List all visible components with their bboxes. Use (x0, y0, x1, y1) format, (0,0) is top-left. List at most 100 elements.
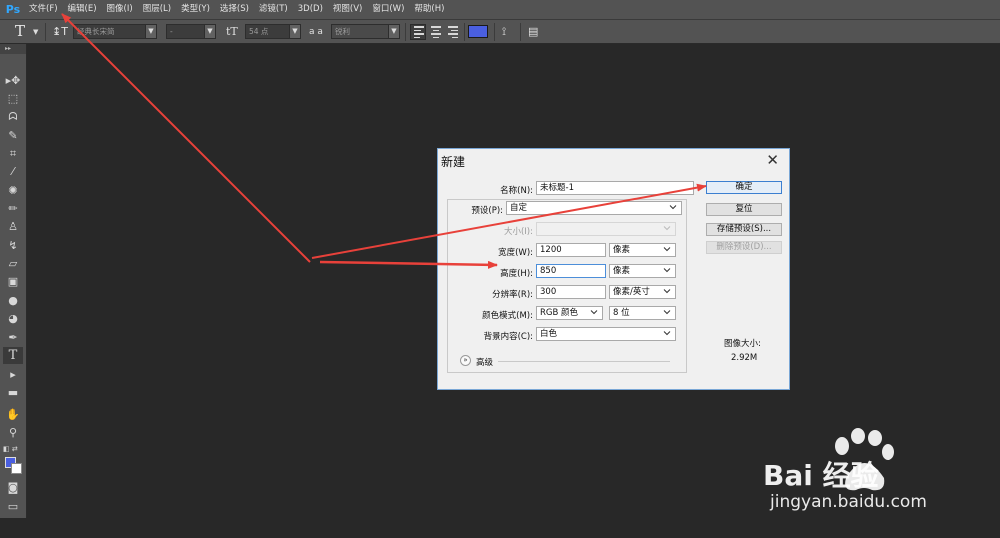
arrow-to-file-menu (61, 13, 311, 263)
character-panel-icon[interactable]: ▤ (528, 24, 538, 40)
path-select-tool-icon[interactable]: ▸ (3, 366, 23, 383)
clone-stamp-tool-icon[interactable]: ♙ (3, 218, 23, 235)
name-input[interactable]: 未标题-1 (536, 181, 694, 195)
height-label: 高度(H): (500, 269, 533, 279)
divider (494, 23, 495, 41)
width-input[interactable]: 1200 (536, 243, 606, 257)
align-right-icon[interactable] (445, 24, 461, 40)
advanced-divider (498, 361, 670, 362)
default-colors-icon[interactable]: ◧ ⇄ (3, 440, 23, 457)
eyedropper-tool-icon[interactable]: ⁄ (3, 163, 23, 180)
new-document-dialog: 新建 ✕ 名称(N): 未标题-1 预设(P): 自定 大小(I): 宽度(W)… (437, 148, 790, 390)
expand-advanced-icon[interactable]: » (460, 355, 471, 366)
menu-file[interactable]: 文件(F) (24, 0, 63, 19)
menu-select[interactable]: 选择(S) (215, 0, 254, 19)
delete-preset-button: 删除预设(D)... (706, 241, 782, 254)
menu-edit[interactable]: 编辑(E) (63, 0, 102, 19)
marquee-tool-icon[interactable]: ⬚ (3, 90, 23, 107)
bit-depth-select[interactable]: 8 位 (609, 306, 676, 320)
font-style-select[interactable]: - (166, 24, 205, 39)
preset-select[interactable]: 自定 (506, 201, 682, 215)
type-tool-icon[interactable]: T (3, 347, 23, 364)
font-size-dropdown-icon[interactable]: ▼ (289, 24, 301, 39)
warp-text-icon[interactable]: ⟟ (502, 24, 506, 40)
menu-bar: Ps 文件(F) 编辑(E) 图像(I) 图层(L) 类型(Y) 选择(S) 滤… (0, 0, 1000, 19)
color-mode-label: 颜色模式(M): (482, 311, 533, 321)
eraser-tool-icon[interactable]: ▱ (3, 255, 23, 272)
chevron-down-icon (663, 226, 671, 231)
width-unit-select[interactable]: 像素 (609, 243, 676, 257)
color-mode-select[interactable]: RGB 颜色 (536, 306, 603, 320)
menu-view[interactable]: 视图(V) (328, 0, 367, 19)
menu-layer[interactable]: 图层(L) (138, 0, 176, 19)
align-center-icon[interactable] (428, 24, 444, 40)
advanced-label[interactable]: 高级 (476, 356, 493, 368)
ok-button[interactable]: 确定 (706, 181, 782, 194)
preset-label: 预设(P): (471, 206, 503, 216)
menu-filter[interactable]: 滤镜(T) (254, 0, 293, 19)
chevron-down-icon (663, 247, 671, 252)
name-label: 名称(N): (500, 186, 533, 196)
chevron-down-icon (669, 205, 677, 210)
quick-select-tool-icon[interactable]: ✎ (3, 127, 23, 144)
height-input[interactable]: 850 (536, 264, 606, 278)
menu-3d[interactable]: 3D(D) (293, 0, 328, 19)
history-brush-tool-icon[interactable]: ↯ (3, 237, 23, 254)
resolution-label: 分辨率(R): (492, 290, 533, 300)
antialias-select[interactable]: 锐利 (331, 24, 389, 39)
menu-type[interactable]: 类型(Y) (176, 0, 215, 19)
options-bar: T ▼ ↨T 经典长宋简 ▼ - ▼ tT 54 点 ▼ a a 锐利 ▼ ⟟ … (0, 19, 1000, 44)
pen-tool-icon[interactable]: ✒ (3, 329, 23, 346)
brush-tool-icon[interactable]: ✏ (3, 200, 23, 217)
chevron-down-icon (663, 331, 671, 336)
hand-tool-icon[interactable]: ✋ (3, 406, 23, 423)
divider (45, 23, 46, 41)
resolution-input[interactable]: 300 (536, 285, 606, 299)
antialias-dropdown-icon[interactable]: ▼ (388, 24, 400, 39)
toggle-orientation-icon[interactable]: ↨T (52, 24, 68, 40)
background-contents-label: 背景内容(C): (483, 332, 533, 342)
zoom-tool-icon[interactable]: ⚲ (3, 424, 23, 441)
healing-brush-tool-icon[interactable]: ✺ (3, 182, 23, 199)
font-size-input[interactable]: 54 点 (245, 24, 290, 39)
move-tool-icon[interactable]: ▸✥ (3, 72, 23, 89)
crop-tool-icon[interactable]: ⌗ (3, 145, 23, 162)
gradient-tool-icon[interactable]: ▣ (3, 273, 23, 290)
tools-panel: ▸▸ ▸✥ ⬚ ᗣ ✎ ⌗ ⁄ ✺ ✏ ♙ ↯ ▱ ▣ ● ◕ ✒ T ▸ ▬ … (0, 44, 27, 518)
tools-panel-header[interactable]: ▸▸ (0, 44, 26, 54)
quick-mask-icon[interactable]: ◙ (3, 479, 23, 496)
size-label: 大小(I): (503, 227, 533, 237)
menu-window[interactable]: 窗口(W) (367, 0, 409, 19)
text-color-swatch[interactable] (468, 25, 488, 38)
dodge-tool-icon[interactable]: ◕ (3, 310, 23, 327)
height-unit-select[interactable]: 像素 (609, 264, 676, 278)
font-style-dropdown-icon[interactable]: ▼ (204, 24, 216, 39)
photoshop-logo: Ps (5, 3, 21, 16)
chevron-down-icon (663, 289, 671, 294)
menu-help[interactable]: 帮助(H) (409, 0, 449, 19)
align-left-icon[interactable] (410, 24, 426, 40)
menu-image[interactable]: 图像(I) (102, 0, 138, 19)
save-preset-button[interactable]: 存储预设(S)... (706, 223, 782, 236)
chevron-down-icon (663, 310, 671, 315)
divider (405, 23, 406, 41)
type-tool-preset-icon[interactable]: T (15, 22, 25, 40)
image-size-value: 2.92M (731, 353, 758, 363)
rectangle-tool-icon[interactable]: ▬ (3, 384, 23, 401)
background-contents-select[interactable]: 白色 (536, 327, 676, 341)
close-icon[interactable]: ✕ (766, 151, 779, 169)
blur-tool-icon[interactable]: ● (3, 292, 23, 309)
chevron-down-icon (663, 268, 671, 273)
chevron-down-icon (590, 310, 598, 315)
reset-button[interactable]: 复位 (706, 203, 782, 216)
background-color-swatch[interactable] (11, 463, 22, 474)
width-label: 宽度(W): (498, 248, 533, 258)
lasso-tool-icon[interactable]: ᗣ (3, 108, 23, 125)
screen-mode-icon[interactable]: ▭ (3, 498, 23, 515)
preset-caret-icon[interactable]: ▼ (33, 28, 38, 36)
watermark-url: jingyan.baidu.com (770, 492, 927, 512)
font-family-dropdown-icon[interactable]: ▼ (145, 24, 157, 39)
antialias-icon: a a (309, 27, 323, 37)
resolution-unit-select[interactable]: 像素/英寸 (609, 285, 676, 299)
font-family-select[interactable]: 经典长宋简 (73, 24, 146, 39)
